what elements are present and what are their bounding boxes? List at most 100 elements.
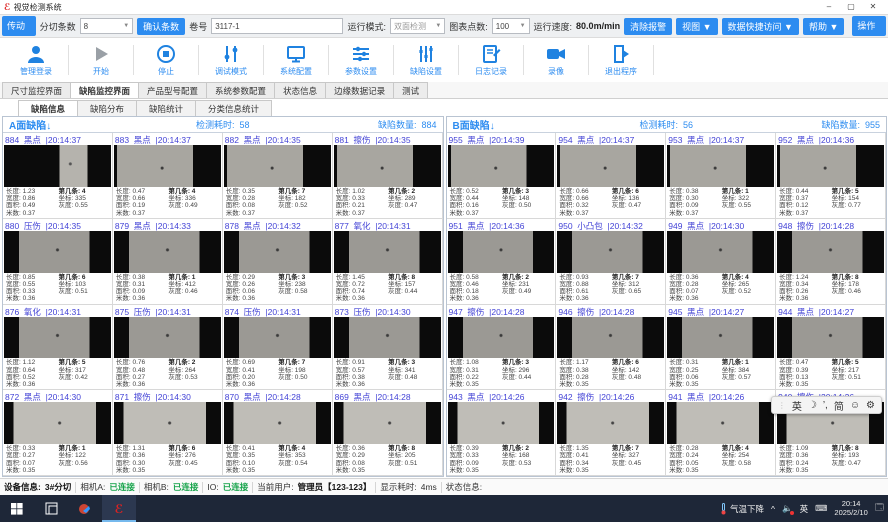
defect-cell-884[interactable]: 884 黑点 |20:14:37 长度: 1.23 宽度: 0.86 面积: 0… (3, 133, 113, 219)
defect-thumbnail-image[interactable] (334, 402, 441, 444)
defect-thumbnail-image[interactable] (448, 317, 555, 359)
defect-cell-948[interactable]: 948 擦伤 |20:14:28 长度: 1.24 宽度: 0.34 面积: 0… (776, 219, 886, 305)
defect-thumbnail-image[interactable] (777, 145, 884, 187)
ime-language-badge[interactable]: 英 (800, 503, 809, 515)
main-tab-5[interactable]: 边缘数据记录 (325, 82, 394, 98)
confirm-count-button[interactable]: 确认条数 (137, 18, 185, 35)
defect-thumbnail-image[interactable] (114, 231, 221, 273)
defect-cell-945[interactable]: 945 黑点 |20:14:27 长度: 0.31 宽度: 0.25 面积: 0… (666, 305, 776, 391)
defect-cell-880[interactable]: 880 压伤 |20:14:35 长度: 0.85 宽度: 0.55 面积: 0… (3, 219, 113, 305)
defect-thumbnail-image[interactable] (224, 317, 331, 359)
chart-points-select[interactable]: 100▼ (492, 18, 530, 34)
main-tab-4[interactable]: 状态信息 (274, 82, 326, 98)
defect-thumbnail-image[interactable] (114, 317, 221, 359)
toolbar-button-play[interactable]: 开始 (71, 43, 131, 77)
start-button-icon[interactable] (0, 495, 34, 522)
ime-punctuation-button[interactable]: ’, (823, 400, 828, 411)
defect-thumbnail-image[interactable] (334, 145, 441, 187)
defect-cell-877[interactable]: 877 氧化 |20:14:31 长度: 1.45 宽度: 0.72 面积: 0… (333, 219, 443, 305)
defect-thumbnail-image[interactable] (557, 317, 664, 359)
view-menu-button[interactable]: 视图 ▼ (676, 18, 717, 35)
defect-thumbnail-image[interactable] (4, 402, 111, 444)
task-view-icon[interactable] (34, 495, 68, 522)
clear-alarm-button[interactable]: 清除报警 (624, 18, 672, 35)
defect-cell-947[interactable]: 947 擦伤 |20:14:28 长度: 1.08 宽度: 0.31 面积: 0… (447, 305, 557, 391)
defect-cell-954[interactable]: 954 黑点 |20:14:37 长度: 0.66 宽度: 0.66 面积: 0… (556, 133, 666, 219)
data-quick-access-button[interactable]: 数据快捷访问 ▼ (722, 18, 799, 35)
weather-widget[interactable]: 气温下降 (720, 503, 764, 515)
pinned-app-icon[interactable] (68, 495, 102, 522)
ime-simplified-button[interactable]: 简 (834, 398, 844, 413)
ime-moon-icon[interactable]: ☽ (808, 400, 817, 411)
minimize-button[interactable]: – (818, 0, 840, 14)
defect-cell-949[interactable]: 949 黑点 |20:14:30 长度: 0.36 宽度: 0.28 面积: 0… (666, 219, 776, 305)
defect-cell-872[interactable]: 872 黑点 |20:14:30 长度: 0.33 宽度: 0.27 面积: 0… (3, 390, 113, 476)
toolbar-button-exit[interactable]: 退出程序 (591, 43, 651, 77)
main-tab-1[interactable]: 缺陷监控界面 (70, 82, 139, 98)
defect-thumbnail-image[interactable] (667, 145, 774, 187)
main-tab-6[interactable]: 测试 (393, 82, 428, 98)
ime-emoji-button[interactable]: ☺ (850, 400, 860, 411)
defect-thumbnail-image[interactable] (667, 402, 774, 444)
defect-thumbnail-image[interactable] (4, 231, 111, 273)
tray-expand-arrow[interactable]: ^ (771, 504, 775, 514)
defect-cell-952[interactable]: 952 黑点 |20:14:36 长度: 0.44 宽度: 0.37 面积: 0… (776, 133, 886, 219)
sub-tab-1[interactable]: 缺陷分布 (77, 100, 137, 116)
volume-icon[interactable]: 🔈 (782, 503, 793, 514)
ime-toolbar[interactable]: ⋮ 英 ☽ ’, 简 ☺ ⚙ (771, 396, 882, 414)
defect-thumbnail-image[interactable] (448, 231, 555, 273)
clock[interactable]: 20:14 2025/2/10 (834, 500, 867, 517)
main-tab-2[interactable]: 产品型号配置 (138, 82, 207, 98)
defect-cell-871[interactable]: 871 擦伤 |20:14:30 长度: 1.31 宽度: 0.36 面积: 0… (113, 390, 223, 476)
defect-thumbnail-image[interactable] (114, 145, 221, 187)
sub-tab-3[interactable]: 分类信息统计 (195, 100, 272, 116)
defect-cell-873[interactable]: 873 压伤 |20:14:30 长度: 0.91 宽度: 0.57 面积: 0… (333, 305, 443, 391)
operator-side-button[interactable]: 操作侧 (852, 16, 886, 36)
toolbar-button-camera[interactable]: 录像 (526, 43, 586, 77)
defect-thumbnail-image[interactable] (557, 402, 664, 444)
help-menu-button[interactable]: 帮助 ▼ (803, 18, 844, 35)
defect-thumbnail-image[interactable] (557, 231, 664, 273)
main-tab-3[interactable]: 系统参数配置 (206, 82, 275, 98)
run-mode-select[interactable]: 双面检测▼ (390, 18, 445, 34)
ime-english-button[interactable]: 英 (792, 398, 802, 413)
defect-thumbnail-image[interactable] (777, 231, 884, 273)
defect-cell-883[interactable]: 883 黑点 |20:14:37 长度: 0.47 宽度: 0.66 面积: 0… (113, 133, 223, 219)
ime-settings-gear-icon[interactable]: ⚙ (866, 400, 875, 411)
defect-cell-881[interactable]: 881 擦伤 |20:14:35 长度: 1.02 宽度: 0.33 面积: 0… (333, 133, 443, 219)
inspection-app-taskbar-icon[interactable]: ℰ (102, 495, 136, 522)
toolbar-button-monitor[interactable]: 系统配置 (266, 43, 326, 77)
toolbar-button-sliders-h[interactable]: 参数设置 (331, 43, 391, 77)
defect-thumbnail-image[interactable] (4, 145, 111, 187)
defect-cell-946[interactable]: 946 擦伤 |20:14:28 长度: 1.17 宽度: 0.38 面积: 0… (556, 305, 666, 391)
defect-cell-875[interactable]: 875 压伤 |20:14:31 长度: 0.76 宽度: 0.48 面积: 0… (113, 305, 223, 391)
sub-tab-0[interactable]: 缺陷信息 (18, 100, 78, 116)
defect-cell-942[interactable]: 942 擦伤 |20:14:26 长度: 1.35 宽度: 0.41 面积: 0… (556, 390, 666, 476)
toolbar-button-sliders-v[interactable]: 缺陷设置 (396, 43, 456, 77)
slit-count-select[interactable]: 8▼ (80, 18, 134, 34)
defect-cell-951[interactable]: 951 黑点 |20:14:36 长度: 0.58 宽度: 0.46 面积: 0… (447, 219, 557, 305)
sub-tab-2[interactable]: 缺陷统计 (136, 100, 196, 116)
toolbar-button-tune[interactable]: 调试模式 (201, 43, 261, 77)
notification-center-icon[interactable]: 🗔 (875, 502, 884, 516)
defect-thumbnail-image[interactable] (224, 145, 331, 187)
defect-cell-870[interactable]: 870 黑点 |20:14:28 长度: 0.41 宽度: 0.35 面积: 0… (223, 390, 333, 476)
defect-thumbnail-image[interactable] (667, 231, 774, 273)
ime-drag-handle-icon[interactable]: ⋮ (778, 401, 786, 410)
defect-thumbnail-image[interactable] (777, 317, 884, 359)
toolbar-button-log[interactable]: 日志记录 (461, 43, 521, 77)
defect-cell-879[interactable]: 879 黑点 |20:14:33 长度: 0.38 宽度: 0.31 面积: 0… (113, 219, 223, 305)
close-button[interactable]: ✕ (862, 0, 884, 14)
defect-cell-944[interactable]: 944 黑点 |20:14:27 长度: 0.47 宽度: 0.39 面积: 0… (776, 305, 886, 391)
defect-thumbnail-image[interactable] (557, 145, 664, 187)
maximize-button[interactable]: ▢ (840, 0, 862, 14)
defect-thumbnail-image[interactable] (448, 145, 555, 187)
defect-thumbnail-image[interactable] (114, 402, 221, 444)
toolbar-button-user[interactable]: 管理登录 (6, 43, 66, 77)
defect-cell-955[interactable]: 955 黑点 |20:14:39 长度: 0.52 宽度: 0.44 面积: 0… (447, 133, 557, 219)
defect-cell-882[interactable]: 882 黑点 |20:14:35 长度: 0.35 宽度: 0.28 面积: 0… (223, 133, 333, 219)
defect-thumbnail-image[interactable] (4, 317, 111, 359)
main-tab-0[interactable]: 尺寸监控界面 (2, 82, 71, 98)
defect-thumbnail-image[interactable] (667, 317, 774, 359)
defect-cell-874[interactable]: 874 压伤 |20:14:31 长度: 0.69 宽度: 0.41 面积: 0… (223, 305, 333, 391)
